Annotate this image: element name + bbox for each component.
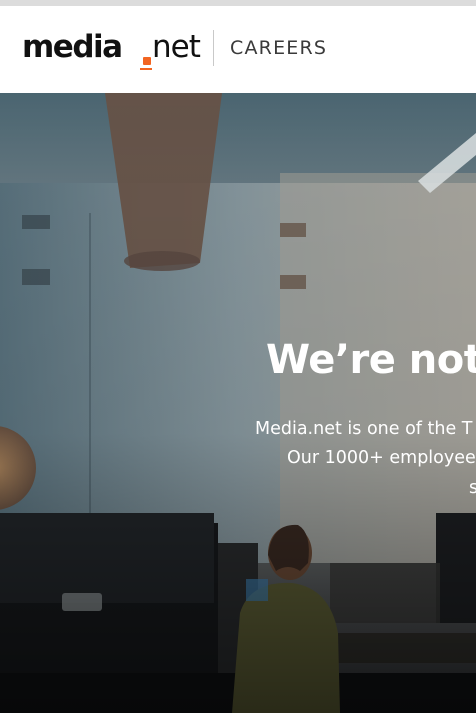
logo-text-net: net (152, 29, 201, 65)
office-photo-background (0, 93, 476, 713)
hero-title: We’re not (266, 336, 476, 383)
hero-banner: We’re not Media.net is one of the T Our … (0, 93, 476, 713)
careers-label[interactable]: CAREERS (230, 36, 327, 60)
media-net-logo[interactable]: media net (22, 26, 202, 74)
hero-text-line-1: Media.net is one of the T (255, 418, 473, 439)
hero-text-line-3: s (469, 477, 476, 498)
site-header: media net CAREERS (0, 6, 476, 93)
logo-underline-accent (140, 68, 152, 70)
logo-text-media: media (22, 29, 123, 65)
logo-dot-icon (143, 57, 151, 65)
hero-text-line-2: Our 1000+ employee (287, 447, 476, 468)
header-divider (213, 30, 214, 66)
